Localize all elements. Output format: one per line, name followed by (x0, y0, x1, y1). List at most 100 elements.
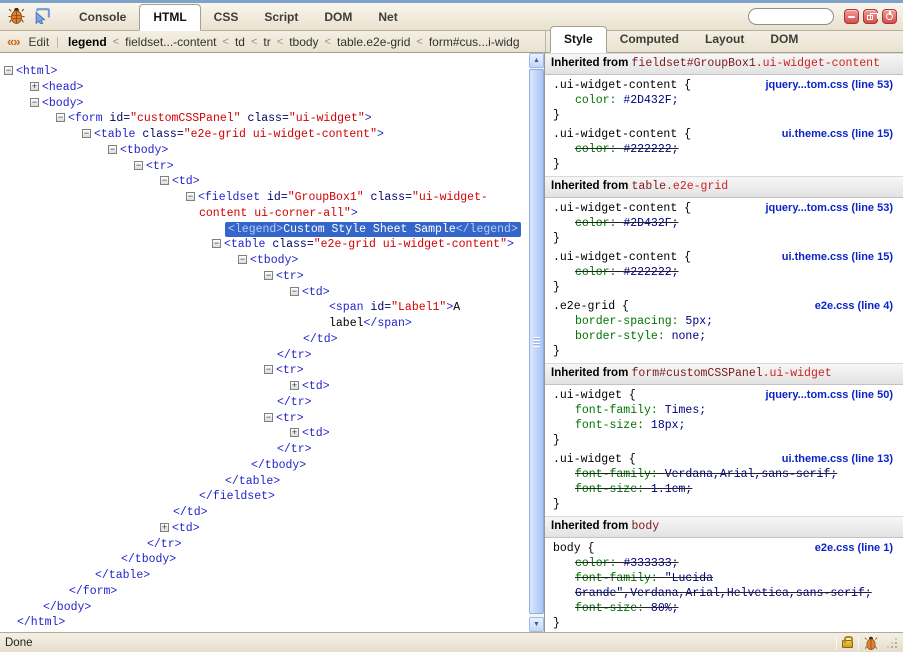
tree-row[interactable]: </tr> (0, 395, 529, 411)
breadcrumb-item[interactable]: tr (261, 35, 272, 49)
tree-row[interactable]: </table> (0, 568, 529, 584)
tree-row[interactable]: </tr> (0, 537, 529, 553)
css-selector[interactable]: .e2e-grid { (553, 299, 629, 314)
tree-row[interactable]: +<head> (0, 80, 529, 96)
tree-row[interactable]: </table> (0, 474, 529, 490)
collapse-icon[interactable]: − (264, 271, 273, 280)
expand-icon[interactable]: + (160, 523, 169, 532)
tree-row[interactable]: </body> (0, 600, 529, 616)
scroll-down-button[interactable]: ▼ (529, 617, 544, 632)
angle-brackets-icon[interactable]: «» (0, 34, 28, 49)
css-property[interactable]: border-style: none; (553, 329, 895, 344)
breadcrumb-item[interactable]: legend (66, 35, 109, 49)
tree-row[interactable]: </td> (0, 332, 529, 348)
breadcrumb-item[interactable]: table.e2e-grid (335, 35, 412, 49)
css-selector[interactable]: .ui-widget-content { (553, 250, 691, 265)
tree-row[interactable]: −<td> (0, 285, 529, 301)
tree-row[interactable]: −<tr> (0, 159, 529, 175)
detach-button[interactable] (863, 9, 878, 24)
collapse-icon[interactable]: − (4, 66, 13, 75)
breadcrumb-item[interactable]: tbody (287, 35, 320, 49)
tree-row[interactable]: </form> (0, 584, 529, 600)
stylesheet-link[interactable]: ui.theme.css (line 15) (782, 250, 895, 265)
selected-node[interactable]: <legend>Custom Style Sheet Sample</legen… (225, 222, 521, 237)
tree-row[interactable]: −<tbody> (0, 253, 529, 269)
expand-icon[interactable]: + (30, 82, 39, 91)
css-selector[interactable]: body { (553, 541, 594, 556)
tree-row[interactable]: </tbody> (0, 458, 529, 474)
tree-row[interactable]: +<td> (0, 426, 529, 442)
tab-html[interactable]: HTML (139, 4, 200, 31)
collapse-icon[interactable]: − (160, 176, 169, 185)
stylesheet-link[interactable]: e2e.css (line 4) (815, 299, 895, 314)
breadcrumb-item[interactable]: td (233, 35, 247, 49)
stylesheet-link[interactable]: ui.theme.css (line 15) (782, 127, 895, 142)
collapse-icon[interactable]: − (238, 255, 247, 264)
inspect-element-icon[interactable] (32, 6, 52, 26)
breadcrumb-item[interactable]: form#cus...i-widg (427, 35, 522, 49)
tree-row[interactable]: </tr> (0, 442, 529, 458)
css-selector[interactable]: .ui-widget-content { (553, 201, 691, 216)
side-tab-dom[interactable]: DOM (757, 27, 811, 52)
css-property[interactable]: font-size: 18px; (553, 418, 895, 433)
stylesheet-link[interactable]: ui.theme.css (line 13) (782, 452, 895, 467)
lock-icon[interactable] (842, 640, 853, 648)
tree-row[interactable]: <span id="Label1">A (0, 300, 529, 316)
tree-row[interactable]: −<tr> (0, 411, 529, 427)
tree-row[interactable]: </tbody> (0, 552, 529, 568)
tree-row[interactable]: −<td> (0, 174, 529, 190)
css-property[interactable]: color: #222222; (553, 142, 895, 157)
css-selector[interactable]: .ui-widget-content { (553, 127, 691, 142)
scrollbar-thumb[interactable] (529, 69, 544, 614)
minimize-button[interactable] (844, 9, 859, 24)
side-tab-style[interactable]: Style (550, 26, 607, 53)
resize-grip[interactable] (886, 637, 898, 649)
power-button[interactable] (882, 9, 897, 24)
edit-button[interactable]: Edit (28, 35, 49, 49)
css-selector[interactable]: .ui-widget-content { (553, 78, 691, 93)
expand-icon[interactable]: + (290, 428, 299, 437)
tab-console[interactable]: Console (66, 5, 139, 30)
stylesheet-link[interactable]: jquery...tom.css (line 50) (765, 388, 895, 403)
css-property[interactable]: font-size: 1.1em; (553, 482, 895, 497)
collapse-icon[interactable]: − (186, 192, 195, 201)
vertical-scrollbar[interactable]: ▲ ▼ (529, 53, 544, 632)
expand-icon[interactable]: + (290, 381, 299, 390)
css-property[interactable]: border-spacing: 5px; (553, 314, 895, 329)
collapse-icon[interactable]: − (134, 161, 143, 170)
tree-row[interactable]: content ui-corner-all"> (0, 206, 529, 222)
css-property[interactable]: color: #2D432F; (553, 216, 895, 231)
collapse-icon[interactable]: − (290, 287, 299, 296)
collapse-icon[interactable]: − (82, 129, 91, 138)
css-property[interactable]: font-family: Times; (553, 403, 895, 418)
tree-row[interactable]: −<table class="e2e-grid ui-widget-conten… (0, 127, 529, 143)
css-property[interactable]: font-family: "Lucida Grande",Verdana,Ari… (553, 571, 895, 601)
collapse-icon[interactable]: − (212, 239, 221, 248)
css-property[interactable]: color: #333333; (553, 556, 895, 571)
tree-row[interactable]: −<tbody> (0, 143, 529, 159)
tree-row[interactable]: +<td> (0, 379, 529, 395)
stylesheet-link[interactable]: jquery...tom.css (line 53) (765, 78, 895, 93)
tree-row[interactable]: </fieldset> (0, 489, 529, 505)
side-tab-layout[interactable]: Layout (692, 27, 757, 52)
tree-row[interactable]: −<tr> (0, 269, 529, 285)
breadcrumb-item[interactable]: fieldset...-content (123, 35, 218, 49)
css-property[interactable]: font-size: 80%; (553, 601, 895, 616)
tree-row[interactable]: −<fieldset id="GroupBox1" class="ui-widg… (0, 190, 529, 206)
tree-row[interactable]: −<form id="customCSSPanel" class="ui-wid… (0, 111, 529, 127)
collapse-icon[interactable]: − (264, 365, 273, 374)
tree-row[interactable]: −<table class="e2e-grid ui-widget-conten… (0, 237, 529, 253)
tab-script[interactable]: Script (251, 5, 311, 30)
collapse-icon[interactable]: − (30, 98, 39, 107)
css-selector[interactable]: .ui-widget { (553, 452, 636, 467)
tree-row[interactable]: </td> (0, 505, 529, 521)
tab-dom[interactable]: DOM (311, 5, 365, 30)
tree-row[interactable]: +<td> (0, 521, 529, 537)
tree-row[interactable]: label</span> (0, 316, 529, 332)
tree-row[interactable]: </tr> (0, 348, 529, 364)
css-property[interactable]: color: #2D432F; (553, 93, 895, 108)
tree-row[interactable]: </html> (0, 615, 529, 631)
firebug-status-icon[interactable] (864, 636, 878, 650)
tree-row[interactable]: <legend>Custom Style Sheet Sample</legen… (0, 222, 529, 238)
tab-net[interactable]: Net (365, 5, 410, 30)
